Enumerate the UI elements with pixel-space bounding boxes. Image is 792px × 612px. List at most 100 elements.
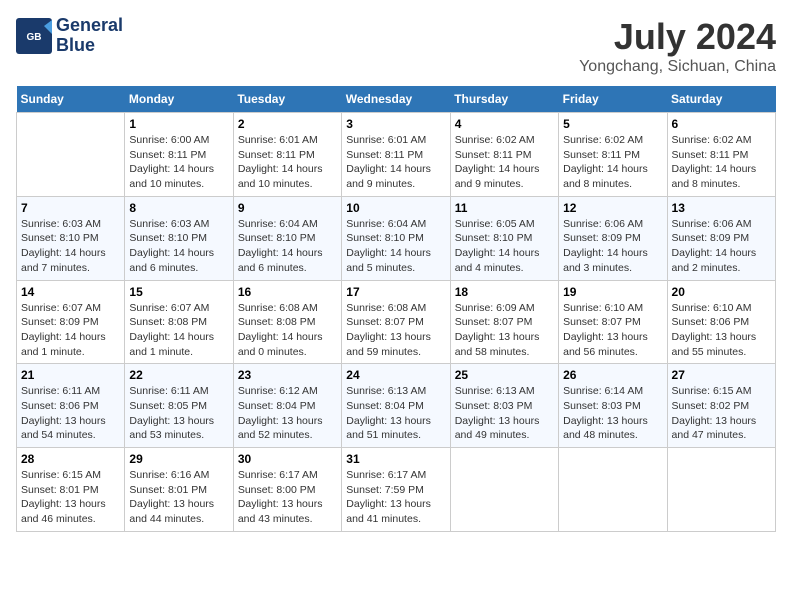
day-number: 10: [346, 201, 445, 215]
calendar-day-cell: 27 Sunrise: 6:15 AM Sunset: 8:02 PM Dayli…: [667, 364, 775, 448]
day-info: Sunrise: 6:02 AM Sunset: 8:11 PM Dayligh…: [455, 133, 554, 192]
day-info: Sunrise: 6:15 AM Sunset: 8:02 PM Dayligh…: [672, 384, 771, 443]
day-number: 2: [238, 117, 337, 131]
day-number: 19: [563, 285, 662, 299]
weekday-header: Saturday: [667, 86, 775, 113]
day-number: 26: [563, 368, 662, 382]
day-number: 21: [21, 368, 120, 382]
day-number: 25: [455, 368, 554, 382]
calendar-day-cell: 26 Sunrise: 6:14 AM Sunset: 8:03 PM Dayli…: [559, 364, 667, 448]
day-info: Sunrise: 6:08 AM Sunset: 8:07 PM Dayligh…: [346, 301, 445, 360]
day-number: 12: [563, 201, 662, 215]
calendar-week-row: 1Sunrise: 6:00 AM Sunset: 8:11 PM Daylig…: [17, 113, 776, 197]
day-number: 15: [129, 285, 228, 299]
day-info: Sunrise: 6:16 AM Sunset: 8:01 PM Dayligh…: [129, 468, 228, 527]
day-info: Sunrise: 6:14 AM Sunset: 8:03 PM Dayligh…: [563, 384, 662, 443]
day-info: Sunrise: 6:15 AM Sunset: 8:01 PM Dayligh…: [21, 468, 120, 527]
location: Yongchang, Sichuan, China: [579, 58, 776, 76]
day-info: Sunrise: 6:07 AM Sunset: 8:09 PM Dayligh…: [21, 301, 120, 360]
day-info: Sunrise: 6:07 AM Sunset: 8:08 PM Dayligh…: [129, 301, 228, 360]
page-header: GB General Blue July 2024 Yongchang, Sic…: [16, 16, 776, 76]
day-info: Sunrise: 6:06 AM Sunset: 8:09 PM Dayligh…: [563, 217, 662, 276]
calendar-day-cell: 28 Sunrise: 6:15 AM Sunset: 8:01 PM Dayli…: [17, 448, 125, 532]
day-info: Sunrise: 6:11 AM Sunset: 8:05 PM Dayligh…: [129, 384, 228, 443]
day-info: Sunrise: 6:05 AM Sunset: 8:10 PM Dayligh…: [455, 217, 554, 276]
day-info: Sunrise: 6:12 AM Sunset: 8:04 PM Dayligh…: [238, 384, 337, 443]
day-number: 13: [672, 201, 771, 215]
calendar-day-cell: 4 Sunrise: 6:02 AM Sunset: 8:11 PM Daylig…: [450, 113, 558, 197]
calendar-day-cell: [17, 113, 125, 197]
calendar-day-cell: 31 Sunrise: 6:17 AM Sunset: 7:59 PM Dayli…: [342, 448, 450, 532]
day-info: Sunrise: 6:02 AM Sunset: 8:11 PM Dayligh…: [563, 133, 662, 192]
calendar-day-cell: 30 Sunrise: 6:17 AM Sunset: 8:00 PM Dayli…: [233, 448, 341, 532]
calendar-day-cell: 22 Sunrise: 6:11 AM Sunset: 8:05 PM Dayli…: [125, 364, 233, 448]
day-number: 29: [129, 452, 228, 466]
calendar-day-cell: [559, 448, 667, 532]
calendar-day-cell: 1Sunrise: 6:00 AM Sunset: 8:11 PM Daylig…: [125, 113, 233, 197]
day-number: 23: [238, 368, 337, 382]
calendar-week-row: 28 Sunrise: 6:15 AM Sunset: 8:01 PM Dayli…: [17, 448, 776, 532]
day-number: 11: [455, 201, 554, 215]
day-info: Sunrise: 6:10 AM Sunset: 8:06 PM Dayligh…: [672, 301, 771, 360]
day-number: 27: [672, 368, 771, 382]
day-info: Sunrise: 6:01 AM Sunset: 8:11 PM Dayligh…: [238, 133, 337, 192]
day-info: Sunrise: 6:00 AM Sunset: 8:11 PM Dayligh…: [129, 133, 228, 192]
day-number: 14: [21, 285, 120, 299]
calendar-day-cell: 25Sunrise: 6:13 AM Sunset: 8:03 PM Dayli…: [450, 364, 558, 448]
calendar-day-cell: 8Sunrise: 6:03 AM Sunset: 8:10 PM Daylig…: [125, 196, 233, 280]
title-block: July 2024 Yongchang, Sichuan, China: [579, 16, 776, 76]
calendar-day-cell: 3 Sunrise: 6:01 AM Sunset: 8:11 PM Daylig…: [342, 113, 450, 197]
day-number: 9: [238, 201, 337, 215]
calendar-week-row: 14 Sunrise: 6:07 AM Sunset: 8:09 PM Dayli…: [17, 280, 776, 364]
weekday-header: Thursday: [450, 86, 558, 113]
day-info: Sunrise: 6:13 AM Sunset: 8:04 PM Dayligh…: [346, 384, 445, 443]
day-info: Sunrise: 6:03 AM Sunset: 8:10 PM Dayligh…: [129, 217, 228, 276]
day-number: 20: [672, 285, 771, 299]
day-number: 17: [346, 285, 445, 299]
calendar-day-cell: 13 Sunrise: 6:06 AM Sunset: 8:09 PM Dayli…: [667, 196, 775, 280]
day-info: Sunrise: 6:17 AM Sunset: 8:00 PM Dayligh…: [238, 468, 337, 527]
day-number: 5: [563, 117, 662, 131]
day-info: Sunrise: 6:06 AM Sunset: 8:09 PM Dayligh…: [672, 217, 771, 276]
day-number: 31: [346, 452, 445, 466]
day-info: Sunrise: 6:09 AM Sunset: 8:07 PM Dayligh…: [455, 301, 554, 360]
calendar-day-cell: 12 Sunrise: 6:06 AM Sunset: 8:09 PM Dayli…: [559, 196, 667, 280]
day-number: 28: [21, 452, 120, 466]
day-number: 4: [455, 117, 554, 131]
calendar-day-cell: 29 Sunrise: 6:16 AM Sunset: 8:01 PM Dayli…: [125, 448, 233, 532]
weekday-header: Tuesday: [233, 86, 341, 113]
day-info: Sunrise: 6:02 AM Sunset: 8:11 PM Dayligh…: [672, 133, 771, 192]
calendar-day-cell: 17 Sunrise: 6:08 AM Sunset: 8:07 PM Dayli…: [342, 280, 450, 364]
svg-text:GB: GB: [27, 32, 42, 43]
logo-line1: General: [56, 16, 123, 36]
calendar-day-cell: 14 Sunrise: 6:07 AM Sunset: 8:09 PM Dayli…: [17, 280, 125, 364]
calendar-day-cell: 6 Sunrise: 6:02 AM Sunset: 8:11 PM Daylig…: [667, 113, 775, 197]
day-info: Sunrise: 6:04 AM Sunset: 8:10 PM Dayligh…: [238, 217, 337, 276]
weekday-header: Friday: [559, 86, 667, 113]
month-year: July 2024: [579, 16, 776, 58]
day-info: Sunrise: 6:01 AM Sunset: 8:11 PM Dayligh…: [346, 133, 445, 192]
calendar-week-row: 7 Sunrise: 6:03 AM Sunset: 8:10 PM Daylig…: [17, 196, 776, 280]
day-number: 3: [346, 117, 445, 131]
calendar-day-cell: 18Sunrise: 6:09 AM Sunset: 8:07 PM Dayli…: [450, 280, 558, 364]
logo-text: General Blue: [56, 16, 123, 56]
calendar-day-cell: 16Sunrise: 6:08 AM Sunset: 8:08 PM Dayli…: [233, 280, 341, 364]
calendar-day-cell: [667, 448, 775, 532]
calendar-day-cell: 2 Sunrise: 6:01 AM Sunset: 8:11 PM Daylig…: [233, 113, 341, 197]
day-number: 22: [129, 368, 228, 382]
day-info: Sunrise: 6:04 AM Sunset: 8:10 PM Dayligh…: [346, 217, 445, 276]
day-info: Sunrise: 6:17 AM Sunset: 7:59 PM Dayligh…: [346, 468, 445, 527]
weekday-header: Sunday: [17, 86, 125, 113]
calendar-day-cell: 11 Sunrise: 6:05 AM Sunset: 8:10 PM Dayli…: [450, 196, 558, 280]
logo: GB General Blue: [16, 16, 123, 56]
day-number: 30: [238, 452, 337, 466]
calendar-day-cell: 21 Sunrise: 6:11 AM Sunset: 8:06 PM Dayli…: [17, 364, 125, 448]
day-number: 6: [672, 117, 771, 131]
calendar-day-cell: 19Sunrise: 6:10 AM Sunset: 8:07 PM Dayli…: [559, 280, 667, 364]
day-info: Sunrise: 6:11 AM Sunset: 8:06 PM Dayligh…: [21, 384, 120, 443]
calendar-day-cell: 5 Sunrise: 6:02 AM Sunset: 8:11 PM Daylig…: [559, 113, 667, 197]
calendar-day-cell: [450, 448, 558, 532]
day-number: 7: [21, 201, 120, 215]
day-number: 24: [346, 368, 445, 382]
calendar-day-cell: 20 Sunrise: 6:10 AM Sunset: 8:06 PM Dayli…: [667, 280, 775, 364]
